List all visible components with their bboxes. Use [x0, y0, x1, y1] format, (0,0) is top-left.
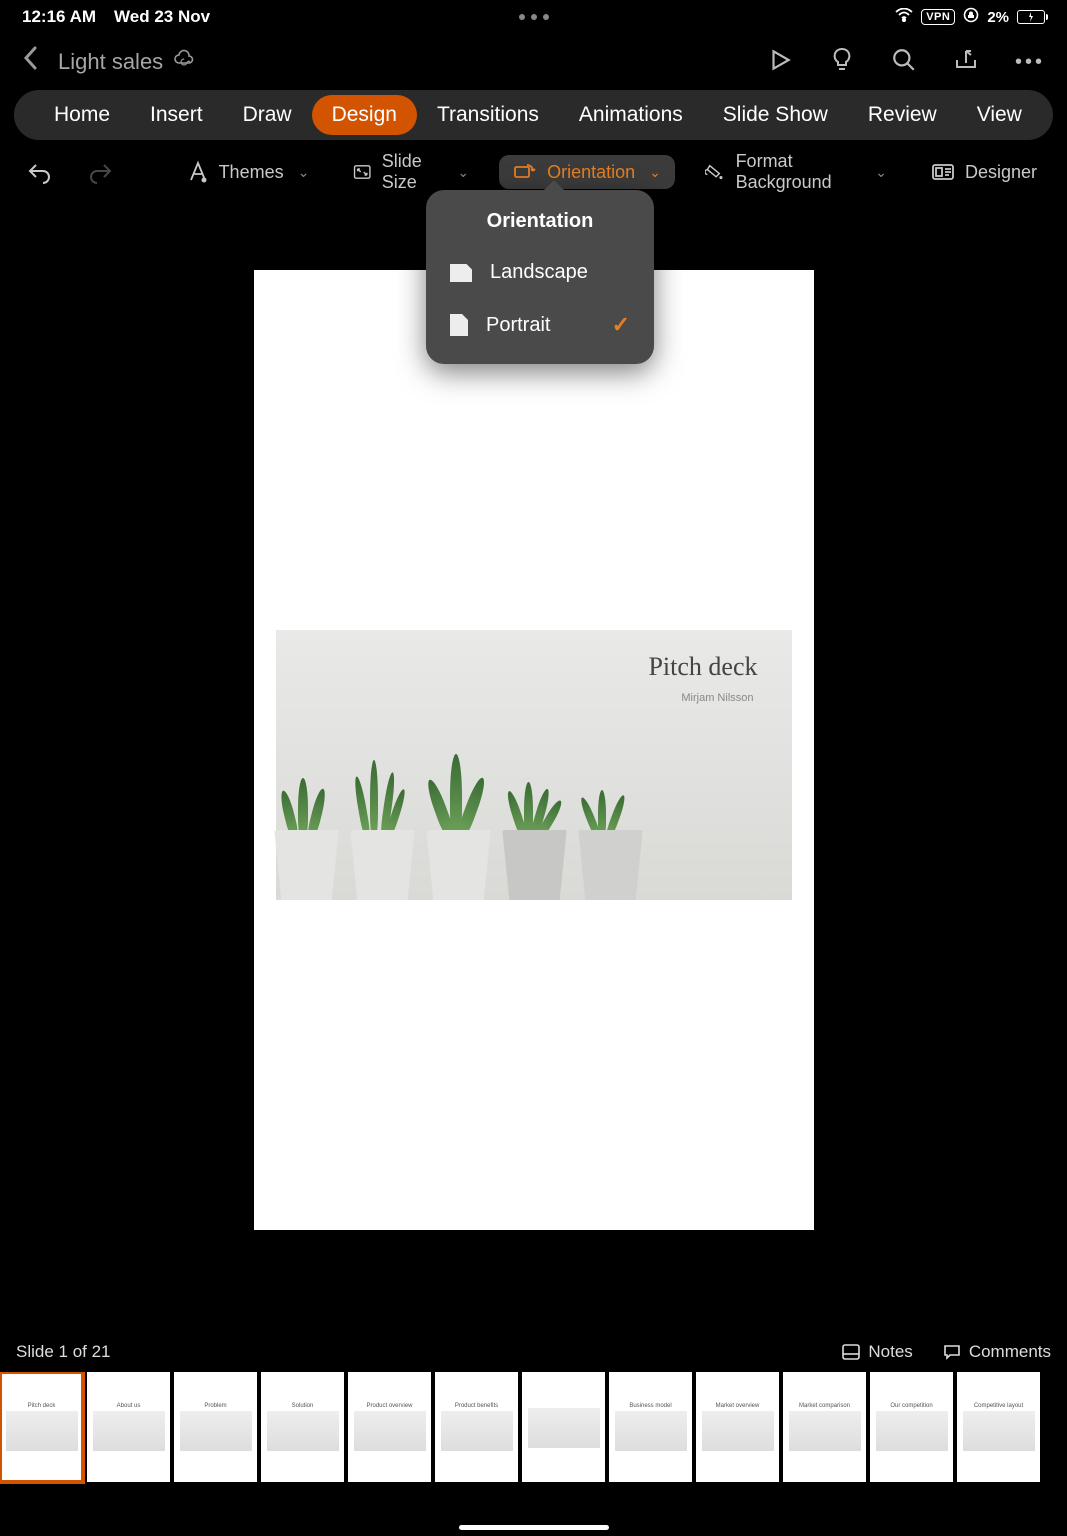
- more-icon[interactable]: •••: [1015, 51, 1045, 74]
- chevron-down-icon: ⌄: [649, 164, 661, 181]
- slide-size-label: Slide Size: [382, 151, 444, 193]
- format-background-button[interactable]: Format Background ⌄: [691, 145, 901, 199]
- search-icon[interactable]: [891, 47, 917, 78]
- title-bar: Light sales •••: [0, 34, 1067, 90]
- slide-title[interactable]: Pitch deck: [648, 652, 757, 682]
- option-label: Portrait: [486, 314, 550, 337]
- thumbnail-4[interactable]: Solution4: [261, 1372, 346, 1506]
- notes-button[interactable]: Notes: [842, 1342, 912, 1362]
- thumbnail-10[interactable]: Market comparison10: [783, 1372, 868, 1506]
- slide[interactable]: Pitch deck Mirjam Nilsson: [254, 270, 814, 1230]
- tab-slide-show[interactable]: Slide Show: [703, 95, 848, 135]
- battery-percent: 2%: [987, 9, 1009, 26]
- thumbnail-7[interactable]: 7: [522, 1372, 607, 1506]
- date: Wed 23 Nov: [114, 7, 210, 27]
- wifi-icon: [895, 8, 913, 26]
- thumbnail-1[interactable]: Pitch deck1: [0, 1372, 85, 1506]
- thumbnail-8[interactable]: Business model8: [609, 1372, 694, 1506]
- thumbnail-9[interactable]: Market overview9: [696, 1372, 781, 1506]
- tab-draw[interactable]: Draw: [223, 95, 312, 135]
- notes-label: Notes: [868, 1342, 912, 1362]
- orientation-button[interactable]: Orientation ⌄: [499, 155, 675, 189]
- format-background-label: Format Background: [736, 151, 862, 193]
- comments-label: Comments: [969, 1342, 1051, 1362]
- popover-title: Orientation: [426, 210, 654, 233]
- tab-home[interactable]: Home: [34, 95, 130, 135]
- home-indicator[interactable]: [459, 1525, 609, 1530]
- battery-icon: [1017, 10, 1045, 24]
- chevron-down-icon: ⌄: [875, 164, 887, 181]
- slide-image: Pitch deck Mirjam Nilsson: [276, 630, 792, 900]
- orientation-popover: Orientation Landscape Portrait ✓: [426, 190, 654, 364]
- thumbnail-12[interactable]: Competitive layout12: [957, 1372, 1042, 1506]
- status-footer: Slide 1 of 21 Notes Comments: [0, 1332, 1067, 1372]
- option-label: Landscape: [490, 261, 588, 284]
- vpn-badge: VPN: [921, 9, 955, 25]
- themes-button[interactable]: Themes ⌄: [173, 154, 324, 190]
- share-icon[interactable]: [953, 47, 979, 78]
- orientation-lock-icon: [963, 7, 979, 27]
- designer-button[interactable]: Designer: [917, 155, 1051, 189]
- thumbnail-2[interactable]: About us2: [87, 1372, 172, 1506]
- chevron-down-icon: ⌄: [298, 164, 310, 181]
- back-button[interactable]: [22, 44, 58, 80]
- undo-button[interactable]: [16, 154, 62, 190]
- slide-canvas[interactable]: Pitch deck Mirjam Nilsson: [0, 204, 1067, 1296]
- status-bar: 12:16 AM Wed 23 Nov VPN 2%: [0, 0, 1067, 34]
- tab-transitions[interactable]: Transitions: [417, 95, 559, 135]
- document-title[interactable]: Light sales: [58, 49, 163, 75]
- check-icon: ✓: [612, 312, 630, 338]
- themes-label: Themes: [219, 162, 284, 183]
- thumbnail-5[interactable]: Product overview5: [348, 1372, 433, 1506]
- cloud-sync-icon[interactable]: [173, 49, 195, 75]
- tab-insert[interactable]: Insert: [130, 95, 223, 135]
- chevron-down-icon: ⌄: [457, 164, 469, 181]
- thumbnail-6[interactable]: Product benefits6: [435, 1372, 520, 1506]
- lightbulb-icon[interactable]: [829, 47, 855, 78]
- ribbon-tabs: HomeInsertDrawDesignTransitionsAnimation…: [14, 90, 1053, 140]
- slide-subtitle[interactable]: Mirjam Nilsson: [681, 692, 753, 704]
- portrait-icon: [450, 314, 468, 336]
- tab-animations[interactable]: Animations: [559, 95, 703, 135]
- landscape-icon: [450, 264, 472, 282]
- orientation-option-portrait[interactable]: Portrait ✓: [426, 298, 654, 352]
- tab-review[interactable]: Review: [848, 95, 957, 135]
- designer-label: Designer: [965, 162, 1037, 183]
- tab-design[interactable]: Design: [312, 95, 417, 135]
- comments-button[interactable]: Comments: [943, 1342, 1051, 1362]
- multitask-dots[interactable]: [519, 14, 549, 20]
- redo-button[interactable]: [78, 154, 124, 190]
- thumbnail-strip[interactable]: Pitch deck1About us2Problem3Solution4Pro…: [0, 1372, 1067, 1506]
- play-button[interactable]: [767, 47, 793, 78]
- orientation-option-landscape[interactable]: Landscape: [426, 247, 654, 298]
- slide-counter: Slide 1 of 21: [16, 1342, 111, 1362]
- clock: 12:16 AM: [22, 7, 96, 27]
- tab-view[interactable]: View: [957, 95, 1042, 135]
- thumbnail-3[interactable]: Problem3: [174, 1372, 259, 1506]
- thumbnail-11[interactable]: Our competition11: [870, 1372, 955, 1506]
